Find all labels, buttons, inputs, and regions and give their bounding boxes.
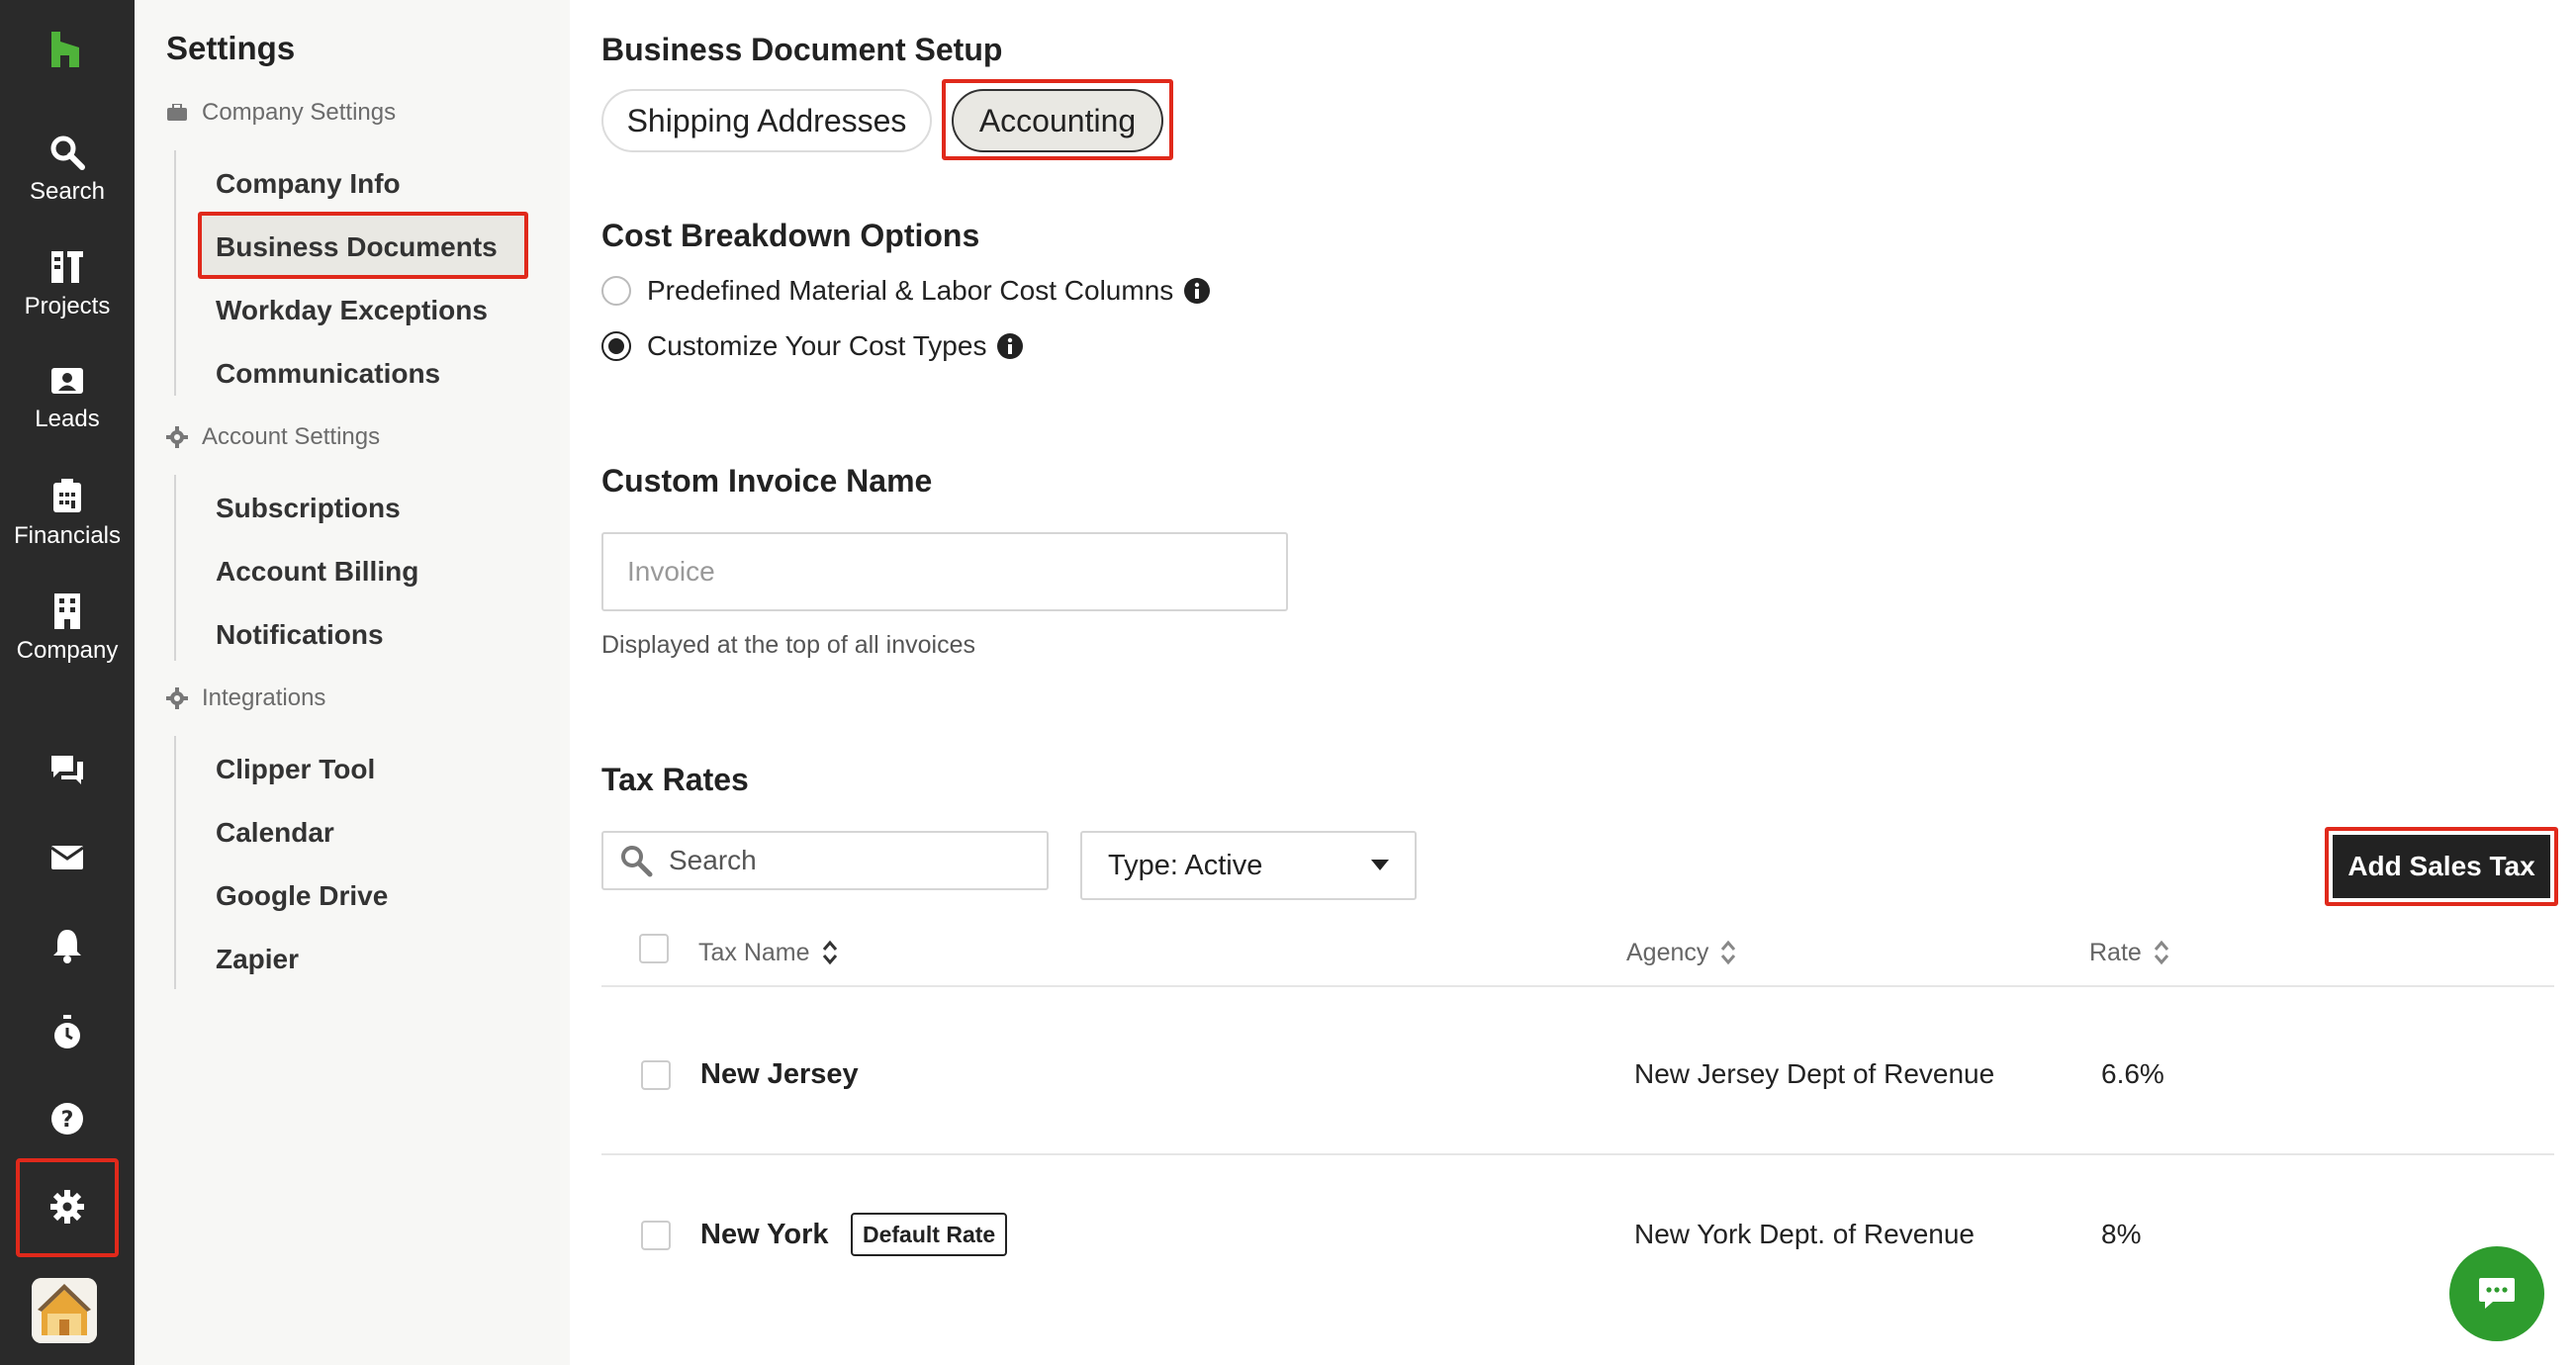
sidebar-item-workday-exceptions[interactable]: Workday Exceptions bbox=[216, 295, 488, 326]
row-checkbox[interactable] bbox=[641, 1060, 671, 1090]
tab-highlight-box bbox=[942, 79, 1173, 160]
sidebar-item-business-documents[interactable]: Business Documents bbox=[216, 231, 498, 263]
tab-shipping-addresses[interactable]: Shipping Addresses bbox=[601, 89, 932, 152]
app-rail: Search Projects Leads Financials Company… bbox=[0, 0, 135, 1365]
radio-predefined[interactable] bbox=[601, 276, 631, 306]
rail-timer[interactable] bbox=[0, 1015, 135, 1050]
rail-leads[interactable]: Leads bbox=[0, 366, 135, 433]
rail-label: Financials bbox=[13, 522, 122, 549]
rate-cell: 6.6% bbox=[2101, 1058, 2164, 1089]
briefcase-icon bbox=[167, 104, 187, 121]
group-header-company-settings: Company Settings bbox=[166, 99, 396, 127]
invoice-name-title: Custom Invoice Name bbox=[601, 463, 933, 499]
table-header-divider bbox=[601, 985, 2554, 987]
rail-messages[interactable] bbox=[0, 754, 135, 785]
radio-customize[interactable] bbox=[601, 331, 631, 361]
sidebar-item-company-info[interactable]: Company Info bbox=[216, 168, 401, 200]
row-divider bbox=[601, 1153, 2554, 1155]
sidebar-item-calendar[interactable]: Calendar bbox=[216, 817, 334, 849]
tax-name-cell[interactable]: New Jersey bbox=[700, 1058, 859, 1091]
group-divider bbox=[174, 475, 176, 661]
add-sales-tax-highlight: Add Sales Tax bbox=[2325, 827, 2558, 906]
rate-cell: 8% bbox=[2101, 1219, 2142, 1249]
rail-help[interactable]: ? bbox=[0, 1102, 135, 1136]
caret-down-icon bbox=[1371, 860, 1389, 870]
chat-button[interactable] bbox=[2449, 1246, 2544, 1341]
info-icon[interactable] bbox=[996, 332, 1024, 360]
sidebar-item-account-billing[interactable]: Account Billing bbox=[216, 556, 418, 588]
rail-search[interactable]: Search bbox=[0, 135, 135, 206]
rail-label: Leads bbox=[35, 406, 100, 432]
sidebar-item-subscriptions[interactable]: Subscriptions bbox=[216, 493, 401, 524]
tax-name-cell[interactable]: New York bbox=[700, 1219, 828, 1251]
agency-cell: New York Dept. of Revenue bbox=[1634, 1219, 1975, 1249]
group-header-integrations: Integrations bbox=[166, 684, 325, 712]
type-filter-select[interactable]: Type: Active bbox=[1080, 831, 1417, 900]
add-sales-tax-button[interactable]: Add Sales Tax bbox=[2333, 835, 2550, 898]
rail-label: Projects bbox=[24, 293, 111, 319]
gear-icon bbox=[166, 426, 188, 448]
column-header-rate[interactable]: Rate bbox=[2089, 938, 2169, 967]
chat-icon bbox=[2479, 1278, 2515, 1309]
company-icon bbox=[54, 593, 80, 629]
leads-icon bbox=[51, 368, 83, 394]
rail-notifications[interactable] bbox=[0, 928, 135, 963]
rail-label: Search bbox=[29, 178, 106, 205]
sort-icon bbox=[1721, 940, 1736, 965]
stopwatch-icon bbox=[54, 1015, 80, 1048]
sidebar-item-notifications[interactable]: Notifications bbox=[216, 619, 384, 651]
rail-company[interactable]: Company bbox=[0, 593, 135, 665]
invoice-name-helper: Displayed at the top of all invoices bbox=[601, 631, 975, 659]
sidebar-item-google-drive[interactable]: Google Drive bbox=[216, 880, 388, 912]
default-rate-badge: Default Rate bbox=[851, 1213, 1008, 1256]
rail-label: Company bbox=[16, 637, 119, 664]
page-title: Business Document Setup bbox=[601, 32, 1003, 67]
houzz-logo-icon[interactable] bbox=[49, 32, 81, 72]
sidebar-item-zapier[interactable]: Zapier bbox=[216, 944, 299, 975]
row-checkbox[interactable] bbox=[641, 1221, 671, 1250]
info-icon[interactable] bbox=[1183, 277, 1211, 305]
cost-breakdown-title: Cost Breakdown Options bbox=[601, 218, 980, 253]
sort-icon bbox=[2154, 940, 2168, 965]
search-icon bbox=[621, 846, 653, 877]
bell-icon bbox=[53, 930, 81, 963]
rail-inbox[interactable] bbox=[0, 845, 135, 870]
group-divider bbox=[174, 150, 176, 396]
sidebar-item-communications[interactable]: Communications bbox=[216, 358, 440, 390]
rail-projects[interactable]: Projects bbox=[0, 249, 135, 320]
select-all-checkbox[interactable] bbox=[639, 934, 669, 963]
column-header-tax-name[interactable]: Tax Name bbox=[698, 938, 838, 967]
group-header-account-settings: Account Settings bbox=[166, 423, 380, 451]
settings-highlight-box bbox=[16, 1158, 119, 1257]
search-icon bbox=[50, 136, 85, 170]
sort-icon bbox=[822, 940, 837, 965]
tax-search-input[interactable]: Search bbox=[601, 831, 1049, 890]
settings-sidebar: Settings Company Settings Company Info B… bbox=[135, 0, 570, 1365]
group-divider bbox=[174, 736, 176, 989]
invoice-name-input[interactable]: Invoice bbox=[601, 532, 1288, 611]
sidebar-title: Settings bbox=[166, 30, 296, 66]
envelope-icon bbox=[50, 846, 84, 869]
rail-financials[interactable]: Financials bbox=[0, 479, 135, 550]
cost-option-predefined[interactable]: Predefined Material & Labor Cost Columns bbox=[601, 275, 1211, 307]
agency-cell: New Jersey Dept of Revenue bbox=[1634, 1058, 1995, 1089]
cost-option-customize[interactable]: Customize Your Cost Types bbox=[601, 330, 1024, 362]
chat-bubbles-icon bbox=[51, 756, 83, 784]
avatar[interactable] bbox=[32, 1278, 97, 1343]
svg-text:?: ? bbox=[61, 1108, 74, 1133]
tax-rates-title: Tax Rates bbox=[601, 762, 749, 797]
financials-icon bbox=[53, 479, 81, 512]
help-icon: ? bbox=[51, 1103, 83, 1135]
column-header-agency[interactable]: Agency bbox=[1626, 938, 1736, 967]
main-content: Business Document Setup Shipping Address… bbox=[570, 0, 2576, 1365]
projects-icon bbox=[51, 251, 83, 283]
sidebar-item-clipper-tool[interactable]: Clipper Tool bbox=[216, 754, 375, 785]
gear-icon bbox=[166, 687, 188, 709]
